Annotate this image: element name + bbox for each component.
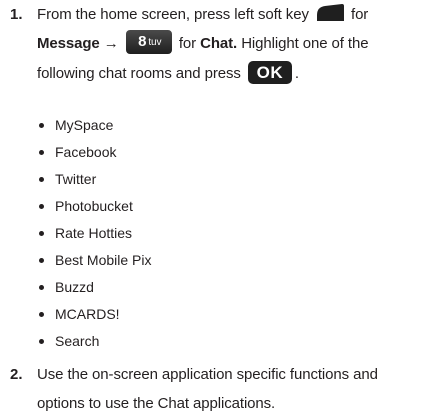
bullet-icon bbox=[39, 177, 44, 182]
key-8-tuv-icon: 8 tuv bbox=[125, 30, 172, 55]
list-item: Facebook bbox=[37, 139, 151, 166]
bullet-icon bbox=[39, 258, 44, 263]
step-1: 1. From the home screen, press left soft… bbox=[0, 0, 420, 110]
bullet-icon bbox=[39, 285, 44, 290]
step-2: 2. Use the on-screen application specifi… bbox=[0, 360, 420, 419]
left-soft-key-icon bbox=[315, 3, 345, 23]
instruction-page: 1. From the home screen, press left soft… bbox=[0, 0, 428, 419]
chat-room-list: MySpace Facebook Twitter Photobucket Rat… bbox=[37, 112, 151, 355]
ok-key-icon: OK bbox=[247, 60, 292, 84]
step-2-text: Use the on-screen application specific f… bbox=[37, 360, 422, 418]
step-1-line-2: Message → 8 tuv for Chat. Highlight one o… bbox=[37, 29, 422, 59]
list-item: Twitter bbox=[37, 166, 151, 193]
step-number: 2. bbox=[10, 366, 23, 383]
bullet-icon bbox=[39, 150, 44, 155]
bullet-icon bbox=[39, 123, 44, 128]
step-1-line-1: From the home screen, press left soft ke… bbox=[37, 0, 422, 29]
list-item: MySpace bbox=[37, 112, 151, 139]
step-1-line-3: following chat rooms and press OK. bbox=[37, 60, 299, 84]
step-2-line-2: options to use the Chat applications. bbox=[37, 395, 276, 412]
list-item: Buzzd bbox=[37, 274, 151, 301]
list-item: Rate Hotties bbox=[37, 220, 151, 247]
arrow-icon: → bbox=[103, 35, 119, 52]
list-item: Search bbox=[37, 328, 151, 355]
bullet-icon bbox=[39, 204, 44, 209]
chat-label: Chat. bbox=[200, 35, 238, 52]
message-label: Message bbox=[37, 35, 100, 52]
list-item: MCARDS! bbox=[37, 301, 151, 328]
bullet-icon bbox=[39, 312, 44, 317]
bullet-icon bbox=[39, 231, 44, 236]
list-item: Best Mobile Pix bbox=[37, 247, 151, 274]
list-item: Photobucket bbox=[37, 193, 151, 220]
step-1-text: From the home screen, press left soft ke… bbox=[37, 0, 422, 88]
bullet-icon bbox=[39, 339, 44, 344]
step-number: 1. bbox=[10, 6, 23, 23]
step-2-line-1: Use the on-screen application specific f… bbox=[37, 366, 378, 383]
